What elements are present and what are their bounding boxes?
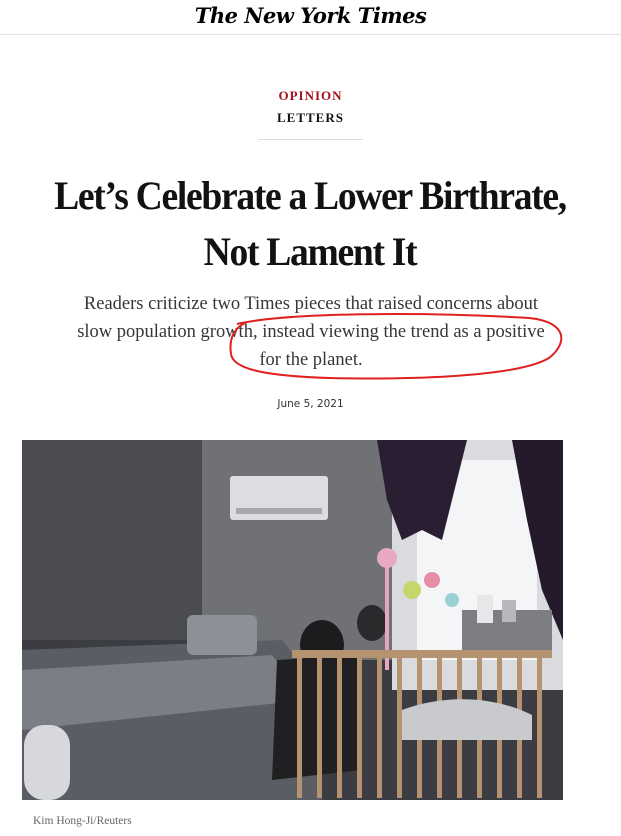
article-photo[interactable]: [22, 440, 563, 800]
publish-date: June 5, 2021: [277, 398, 344, 410]
photo-credit: Kim Hong-Ji/Reuters: [33, 815, 132, 827]
divider: [258, 139, 363, 140]
article-summary: Readers criticize two Times pieces that …: [28, 290, 594, 374]
subsection-label[interactable]: LETTERS: [0, 110, 621, 126]
summary-line-3: for the planet.: [259, 350, 363, 370]
masthead: The New York Times: [0, 0, 621, 35]
nyt-logo[interactable]: The New York Times: [195, 3, 427, 28]
summary-line-2-start: slow population growth,: [77, 322, 258, 342]
section-label[interactable]: OPINION: [0, 88, 621, 104]
summary-line-2-end: instead viewing the trend as a positive: [257, 322, 545, 342]
article-headline: Let’s Celebrate a Lower Birthrate, Not L…: [54, 173, 567, 274]
summary-line-1: Readers criticize two Times pieces that …: [83, 294, 539, 314]
